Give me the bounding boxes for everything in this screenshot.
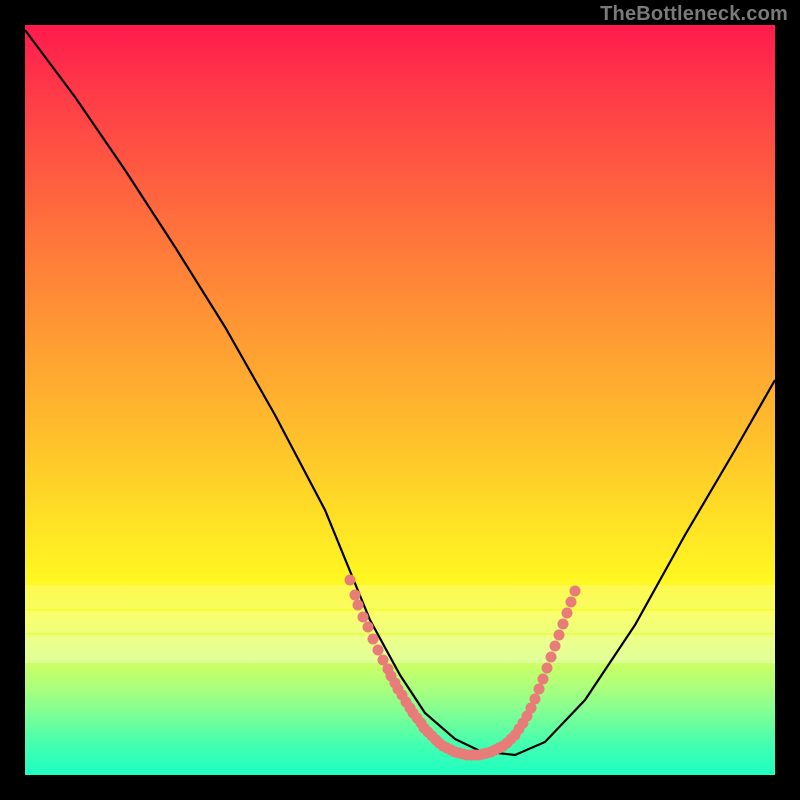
watermark-text: TheBottleneck.com xyxy=(600,3,788,26)
noise-dot xyxy=(570,586,581,597)
noise-dot xyxy=(530,694,541,705)
chart-frame: TheBottleneck.com xyxy=(0,0,800,800)
bottleneck-curve-path xyxy=(25,30,775,755)
noise-dot xyxy=(358,612,369,623)
noise-dot xyxy=(550,641,561,652)
noise-dots-group xyxy=(345,575,581,761)
noise-dot xyxy=(542,663,553,674)
noise-dot xyxy=(558,619,569,630)
noise-dot xyxy=(373,645,384,656)
noise-dot xyxy=(546,652,557,663)
noise-dot xyxy=(345,575,356,586)
noise-dot xyxy=(566,597,577,608)
curve-layer xyxy=(25,25,775,775)
noise-dot xyxy=(368,634,379,645)
noise-dot xyxy=(538,674,549,685)
noise-dot xyxy=(363,622,374,633)
noise-dot xyxy=(534,684,545,695)
noise-dot xyxy=(562,608,573,619)
noise-dot xyxy=(353,600,364,611)
noise-dot xyxy=(554,630,565,641)
noise-dot xyxy=(350,590,361,601)
plot-area xyxy=(25,25,775,775)
